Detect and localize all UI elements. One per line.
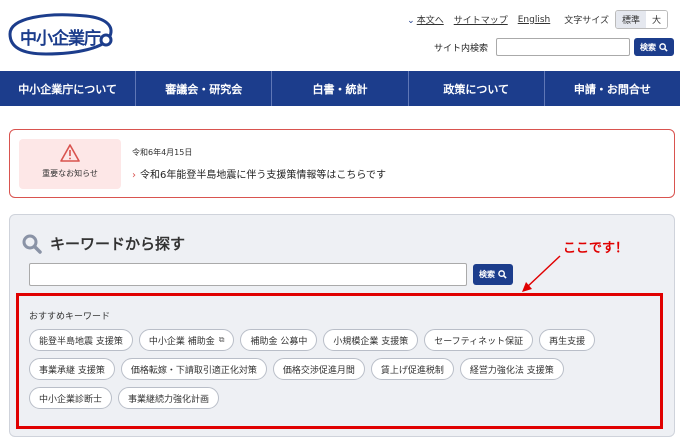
font-size-label: 文字サイズ bbox=[564, 16, 609, 26]
keyword-chip-label: 価格交渉促進月間 bbox=[282, 365, 355, 376]
keyword-search-title-text: キーワードから探す bbox=[50, 235, 186, 253]
logo-text: 中小企業庁 bbox=[20, 29, 101, 49]
site-search-button-label: 検索 bbox=[640, 42, 656, 52]
keyword-chip[interactable]: 賃上げ促進税制 bbox=[370, 358, 454, 380]
keyword-chip-label: 賃上げ促進税制 bbox=[380, 365, 444, 376]
keyword-chip[interactable]: 経営力強化法 支援策 bbox=[459, 358, 564, 380]
nav-item-councils[interactable]: 審議会・研究会 bbox=[136, 71, 273, 106]
search-icon bbox=[22, 234, 42, 254]
skip-to-content-label: 本文へ bbox=[416, 16, 444, 26]
keyword-chip[interactable]: 中小企業 補助金 ⧉ bbox=[138, 329, 235, 351]
recommended-keywords: 能登半島地震 支援策 中小企業 補助金 ⧉ 補助金 公募中 小規模企業 支援策 セーフティ… bbox=[29, 329, 649, 416]
font-size-standard-button[interactable]: 標準 bbox=[615, 11, 646, 28]
annotation-arrow-icon bbox=[522, 255, 561, 292]
keyword-chip-label: 再生支援 bbox=[549, 336, 586, 347]
sitemap-link[interactable]: サイトマップ bbox=[454, 13, 508, 26]
nav-item-contact[interactable]: 申請・お問合せ bbox=[545, 71, 680, 106]
search-icon bbox=[659, 42, 668, 52]
notice-link-text: 令和6年能登半島地震に伴う支援策情報等はこちらです bbox=[140, 170, 387, 181]
chevron-down-icon: ⌄ bbox=[407, 16, 415, 26]
keyword-chip-label: 価格転嫁・下請取引適正化対策 bbox=[130, 365, 257, 376]
keyword-chip-label: 事業継続力強化計画 bbox=[128, 394, 210, 405]
keyword-search-title: キーワードから探す bbox=[22, 233, 185, 254]
chevron-right-icon: › bbox=[132, 170, 136, 181]
notice-badge: 重要なお知らせ bbox=[19, 139, 121, 189]
utility-links: ⌄ 本文へ サイトマップ English 文字サイズ 標準 大 bbox=[397, 10, 668, 29]
annotation-label: ここです！ bbox=[563, 241, 629, 256]
global-nav: 中小企業庁について 審議会・研究会 白書・統計 政策について 申請・お問合せ bbox=[0, 71, 680, 106]
site-search-input[interactable] bbox=[496, 38, 630, 56]
recommended-keywords-label: おすすめキーワード bbox=[29, 312, 111, 322]
warning-icon bbox=[60, 144, 80, 162]
nav-item-about[interactable]: 中小企業庁について bbox=[0, 71, 137, 106]
keyword-chip-label: 補助金 公募中 bbox=[250, 336, 308, 347]
keyword-chip[interactable]: 事業継続力強化計画 bbox=[118, 387, 220, 409]
important-notice: 重要なお知らせ 令和6年4月15日 › 令和6年能登半島地震に伴う支援策情報等はこ… bbox=[9, 129, 675, 198]
keyword-search-input[interactable] bbox=[29, 263, 467, 286]
notice-date: 令和6年4月15日 bbox=[132, 148, 193, 157]
notice-label: 重要なお知らせ bbox=[42, 169, 98, 178]
external-link-icon: ⧉ bbox=[218, 335, 225, 344]
keyword-search-button[interactable]: 検索 bbox=[473, 264, 513, 285]
nav-item-whitepaper[interactable]: 白書・統計 bbox=[272, 71, 409, 106]
site-header: 中小企業庁 ⌄ 本文へ サイトマップ English 文字サイズ 標準 大 サイト… bbox=[0, 0, 680, 70]
keyword-chip[interactable]: 補助金 公募中 bbox=[240, 329, 318, 351]
keyword-chip[interactable]: 価格交渉促進月間 bbox=[272, 358, 365, 380]
keyword-chip[interactable]: 事業承継 支援策 bbox=[29, 358, 115, 380]
font-size-toggle: 標準 大 bbox=[614, 10, 668, 29]
keyword-chip[interactable]: 価格転嫁・下請取引適正化対策 bbox=[120, 358, 267, 380]
keyword-search-button-label: 検索 bbox=[479, 270, 495, 279]
skip-to-content-link[interactable]: ⌄ 本文へ bbox=[407, 13, 444, 26]
site-search-button[interactable]: 検索 bbox=[634, 38, 674, 56]
keyword-chip[interactable]: セーフティネット保証 bbox=[424, 329, 534, 351]
keyword-chip-label: セーフティネット保証 bbox=[434, 336, 524, 347]
keyword-chip[interactable]: 能登半島地震 支援策 bbox=[29, 329, 133, 351]
keyword-chip-label: 中小企業診断士 bbox=[39, 394, 103, 405]
keyword-chip-label: 能登半島地震 支援策 bbox=[39, 336, 123, 347]
search-icon bbox=[498, 270, 507, 279]
keyword-chip-label: 経営力強化法 支援策 bbox=[469, 365, 554, 376]
keyword-chip-label: 中小企業 補助金 bbox=[148, 336, 215, 347]
site-search: サイト内検索 検索 bbox=[434, 38, 674, 56]
english-link[interactable]: English bbox=[518, 15, 551, 25]
nav-item-policy[interactable]: 政策について bbox=[409, 71, 545, 106]
site-search-label: サイト内検索 bbox=[433, 43, 488, 54]
page: 中小企業庁 ⌄ 本文へ サイトマップ English 文字サイズ 標準 大 サイト… bbox=[0, 0, 680, 437]
site-logo[interactable]: 中小企業庁 bbox=[6, 10, 116, 58]
keyword-chip[interactable]: 小規模企業 支援策 bbox=[323, 329, 419, 351]
notice-link[interactable]: › 令和6年能登半島地震に伴う支援策情報等はこちらです bbox=[132, 166, 386, 181]
font-size-large-button[interactable]: 大 bbox=[645, 11, 667, 28]
keyword-chip[interactable]: 中小企業診断士 bbox=[29, 387, 113, 409]
keyword-chip-label: 事業承継 支援策 bbox=[39, 365, 105, 376]
keyword-chip-label: 小規模企業 支援策 bbox=[333, 336, 409, 347]
keyword-chip[interactable]: 再生支援 bbox=[539, 329, 596, 351]
